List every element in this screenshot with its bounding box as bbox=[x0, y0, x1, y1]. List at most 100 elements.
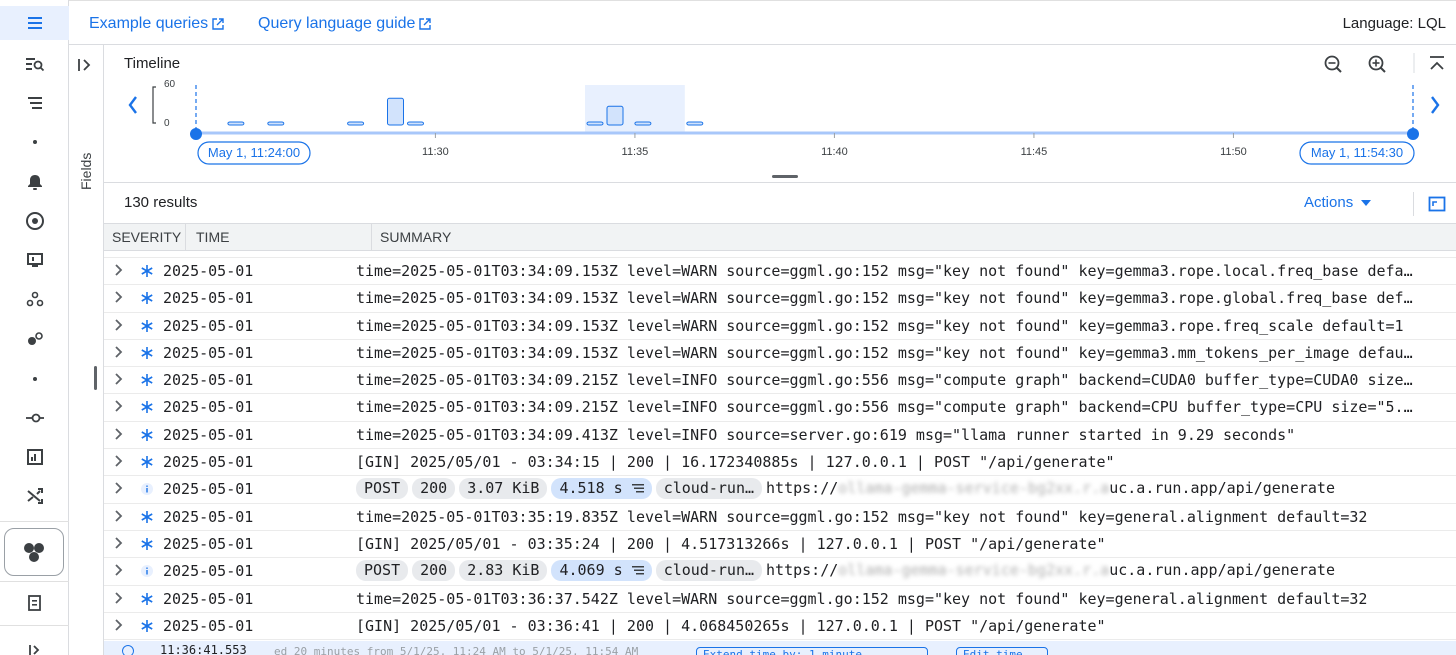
timeline-prev-icon[interactable] bbox=[128, 96, 137, 114]
method-chip[interactable]: POST bbox=[356, 560, 409, 582]
log-row[interactable]: 2025-05-01 time=2025-05-01T03:34:09.153Z … bbox=[104, 258, 1456, 286]
rail-divider bbox=[0, 521, 69, 522]
timeline-resize-handle[interactable] bbox=[772, 175, 798, 178]
nav-menu-icon[interactable] bbox=[0, 6, 69, 40]
expand-rail-icon[interactable] bbox=[0, 633, 69, 655]
default-severity-icon bbox=[140, 428, 154, 442]
histogram-bar[interactable] bbox=[634, 121, 652, 126]
profiler-icon[interactable] bbox=[0, 322, 69, 356]
log-row[interactable]: 2025-05-01 time=2025-05-01T03:34:09.153Z … bbox=[104, 313, 1456, 340]
collapse-timeline-icon[interactable] bbox=[1430, 56, 1444, 70]
histogram-bar[interactable] bbox=[686, 121, 704, 126]
range-start-handle[interactable] bbox=[190, 128, 202, 140]
service-chip[interactable]: cloud-run… bbox=[655, 560, 763, 582]
histogram-bar[interactable] bbox=[227, 121, 245, 126]
edit-time-button[interactable]: Edit time bbox=[956, 647, 1048, 655]
expand-row-icon[interactable] bbox=[114, 399, 128, 415]
log-row[interactable]: 2025-05-01 [GIN] 2025/05/01 - 03:36:41 | … bbox=[104, 613, 1456, 641]
example-queries-link[interactable]: Example queries bbox=[89, 15, 224, 33]
info-severity-icon bbox=[140, 564, 154, 578]
request-summary: POST 200 3.07 KiB 4.518 s cloud-run… https:/… bbox=[356, 478, 1335, 500]
fields-label[interactable]: Fields bbox=[78, 153, 94, 190]
log-row[interactable]: 2025-05-01 time=2025-05-01T03:34:09.153Z … bbox=[104, 285, 1456, 313]
log-row[interactable]: 2025-05-01 POST 200 2.83 KiB 4.069 s cloud-r… bbox=[104, 558, 1456, 586]
default-severity-icon bbox=[140, 373, 154, 387]
expand-row-icon[interactable] bbox=[114, 318, 128, 334]
log-analytics-icon[interactable] bbox=[0, 86, 69, 120]
log-row[interactable]: 2025-05-01 POST 200 3.07 KiB 4.518 s cloud-r… bbox=[104, 476, 1456, 504]
expand-row-icon[interactable] bbox=[114, 454, 128, 470]
histogram-bar[interactable] bbox=[387, 97, 404, 126]
expand-row-icon[interactable] bbox=[114, 618, 128, 634]
log-row[interactable]: 2025-05-01 [GIN] 2025/05/01 - 03:35:24 | … bbox=[104, 531, 1456, 559]
trace-icon[interactable] bbox=[0, 282, 69, 316]
log-row[interactable]: 2025-05-01 time=2025-05-01T03:34:09.215Z … bbox=[104, 367, 1456, 395]
shuffle-icon[interactable] bbox=[0, 479, 69, 513]
x-tick-label: 11:45 bbox=[1021, 146, 1048, 158]
log-row[interactable]: 2025-05-01 time=2025-05-01T03:34:09.215Z … bbox=[104, 394, 1456, 422]
zoom-in-icon[interactable] bbox=[1368, 55, 1386, 73]
histogram-bar[interactable] bbox=[407, 121, 424, 126]
column-divider[interactable] bbox=[185, 224, 186, 250]
actions-menu-button[interactable]: Actions bbox=[1304, 194, 1372, 211]
log-row[interactable]: 2025-05-01 time=2025-05-01T03:34:09.153Z … bbox=[104, 340, 1456, 368]
log-row[interactable]: 2025-05-01 time=2025-05-01T03:34:09.413Z … bbox=[104, 422, 1456, 450]
logs-explorer-icon[interactable] bbox=[0, 47, 69, 81]
latency-value: 4.518 s bbox=[559, 479, 623, 498]
expand-view-icon[interactable] bbox=[1428, 195, 1446, 218]
expand-row-icon[interactable] bbox=[114, 263, 128, 279]
hexagon-app-icon[interactable] bbox=[4, 528, 64, 576]
row-summary: time=2025-05-01T03:34:09.153Z level=WARN… bbox=[356, 262, 1413, 280]
language-indicator[interactable]: Language: LQL bbox=[1343, 15, 1446, 32]
histogram-bar[interactable] bbox=[347, 121, 365, 126]
release-notes-icon[interactable] bbox=[0, 586, 69, 620]
timeline-histogram[interactable]: 60 0 11:30 11:35 11:40 11:45 11:50 May 1, 11… bbox=[104, 45, 1456, 183]
latency-chip[interactable]: 4.069 s bbox=[551, 560, 652, 582]
expand-row-icon[interactable] bbox=[114, 509, 128, 525]
expand-row-icon[interactable] bbox=[114, 372, 128, 388]
log-row[interactable]: 2025-05-01 time=2025-05-01T03:36:37.542Z … bbox=[104, 586, 1456, 613]
col-summary[interactable]: SUMMARY bbox=[380, 229, 451, 245]
timeline-next-icon[interactable] bbox=[1431, 96, 1440, 114]
log-row[interactable]: 2025-05-01 time=2025-05-01T03:35:19.835Z … bbox=[104, 504, 1456, 531]
histogram-bar[interactable] bbox=[606, 105, 624, 126]
dashboard-icon[interactable] bbox=[0, 440, 69, 474]
status-chip[interactable]: 200 bbox=[412, 478, 456, 500]
col-severity[interactable]: SEVERITY bbox=[112, 229, 181, 245]
status-chip[interactable]: 200 bbox=[412, 560, 456, 582]
row-time: 2025-05-01 bbox=[163, 316, 254, 335]
expand-fields-icon[interactable] bbox=[77, 57, 93, 78]
expand-row-icon[interactable] bbox=[114, 427, 128, 443]
expand-row-icon[interactable] bbox=[114, 290, 128, 306]
pipeline-icon[interactable] bbox=[0, 401, 69, 435]
expand-row-icon[interactable] bbox=[114, 536, 128, 552]
timeline-selection[interactable] bbox=[585, 85, 685, 133]
expand-row-icon[interactable] bbox=[114, 591, 128, 607]
expand-row-icon[interactable] bbox=[114, 345, 128, 361]
extend-time-button[interactable]: Extend time by: 1 minute bbox=[696, 647, 928, 655]
range-end-handle[interactable] bbox=[1407, 128, 1419, 140]
open-in-new-icon bbox=[419, 18, 432, 30]
size-chip[interactable]: 2.83 KiB bbox=[459, 560, 548, 582]
expand-row-icon[interactable] bbox=[114, 563, 128, 579]
service-chip[interactable]: cloud-run… bbox=[655, 478, 763, 500]
method-chip[interactable]: POST bbox=[356, 478, 409, 500]
log-row[interactable]: 2025-05-01 [GIN] 2025/05/01 - 03:34:15 | … bbox=[104, 449, 1456, 477]
latency-chip[interactable]: 4.518 s bbox=[551, 478, 652, 500]
x-tick-label: 11:35 bbox=[622, 146, 649, 158]
column-divider[interactable] bbox=[371, 224, 372, 250]
default-severity-icon bbox=[140, 319, 154, 333]
histogram-bar[interactable] bbox=[586, 121, 604, 126]
row-summary: [GIN] 2025/05/01 - 03:36:41 | 200 | 4.06… bbox=[356, 616, 1106, 635]
rail-divider bbox=[0, 581, 69, 582]
monitor-icon[interactable] bbox=[0, 243, 69, 277]
zoom-out-icon[interactable] bbox=[1324, 55, 1342, 73]
histogram-bar[interactable] bbox=[267, 121, 285, 126]
bell-icon[interactable] bbox=[0, 165, 69, 199]
query-language-guide-link[interactable]: Query language guide bbox=[258, 15, 432, 33]
expand-row-icon[interactable] bbox=[114, 481, 128, 497]
col-time[interactable]: TIME bbox=[196, 229, 229, 245]
panel-resize-handle[interactable] bbox=[94, 366, 97, 390]
size-chip[interactable]: 3.07 KiB bbox=[459, 478, 548, 500]
metrics-icon[interactable] bbox=[0, 204, 69, 238]
